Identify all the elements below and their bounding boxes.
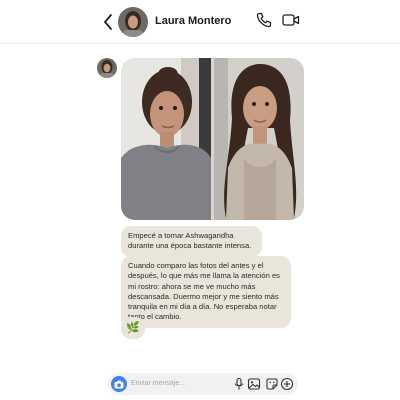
sticker-icon[interactable] [265, 377, 279, 391]
before-photo [121, 58, 211, 220]
chat-header: Laura Montero [0, 0, 400, 44]
phone-icon[interactable] [256, 12, 272, 28]
contact-avatar[interactable] [118, 7, 148, 37]
herb-emoji: 🌿 [126, 322, 140, 334]
sender-avatar[interactable] [97, 58, 117, 78]
message-composer: Enviar mensaje... [108, 373, 298, 395]
back-chevron-icon[interactable] [100, 12, 116, 32]
emoji-message-bubble[interactable]: 🌿 [121, 317, 145, 339]
message-input[interactable]: Enviar mensaje... [131, 380, 185, 387]
microphone-icon[interactable] [232, 377, 246, 391]
gallery-icon[interactable] [247, 377, 261, 391]
after-photo [214, 58, 304, 220]
message-bubble[interactable]: Cuando comparo las fotos del antes y el … [121, 256, 291, 328]
message-bubble[interactable]: Empecé a tomar Ashwagandha durante una é… [121, 226, 262, 257]
camera-icon [114, 380, 124, 388]
contact-name[interactable]: Laura Montero [155, 15, 231, 27]
add-icon[interactable] [280, 377, 294, 391]
video-camera-icon[interactable] [282, 12, 300, 28]
before-after-photo[interactable] [121, 58, 304, 220]
camera-button[interactable] [111, 376, 127, 392]
